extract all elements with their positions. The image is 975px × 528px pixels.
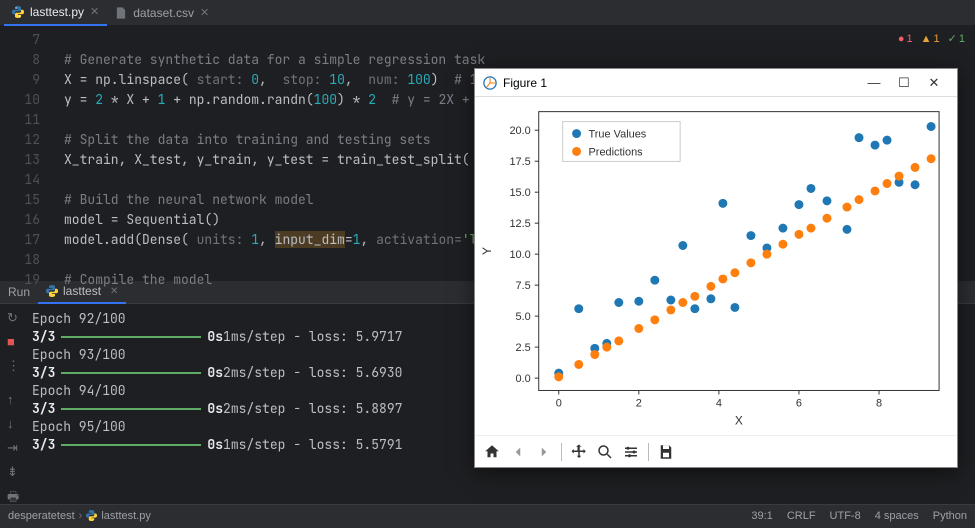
indent-setting[interactable]: 4 spaces xyxy=(875,510,919,522)
tab-lasttest[interactable]: lasttest.py ✕ xyxy=(4,0,107,26)
svg-text:10.0: 10.0 xyxy=(509,249,530,261)
tab-label: lasttest.py xyxy=(30,5,84,19)
down-icon[interactable]: ↓ xyxy=(7,416,21,430)
home-icon[interactable] xyxy=(481,441,503,463)
figure-window[interactable]: Figure 1 — ☐ ✕ 0 2 4 6 8 0.0 2.5 5.0 7.5 10.0 12.5… xyxy=(474,68,958,468)
svg-text:4: 4 xyxy=(716,397,722,409)
tab-dataset[interactable]: dataset.csv ✕ xyxy=(107,0,217,26)
svg-text:8: 8 xyxy=(876,397,882,409)
error-count[interactable]: ●1 xyxy=(898,33,913,45)
figure-toolbar xyxy=(475,435,957,467)
rerun-icon[interactable]: ↻ xyxy=(7,310,21,324)
wrap-icon[interactable]: ⇥ xyxy=(7,440,21,454)
print-icon[interactable]: 🖶 xyxy=(7,488,21,502)
close-icon[interactable]: ✕ xyxy=(110,286,118,297)
up-icon[interactable]: ↑ xyxy=(7,392,21,406)
tab-label: dataset.csv xyxy=(133,6,194,20)
svg-text:2.5: 2.5 xyxy=(516,342,531,354)
svg-text:15.0: 15.0 xyxy=(509,187,530,199)
forward-icon[interactable] xyxy=(533,441,555,463)
stop-icon[interactable]: ■ xyxy=(7,334,21,348)
maximize-button[interactable]: ☐ xyxy=(889,75,919,91)
warning-count[interactable]: ▲1 xyxy=(921,33,940,45)
svg-text:17.5: 17.5 xyxy=(509,156,530,168)
caret-position[interactable]: 39:1 xyxy=(751,510,772,522)
plot-area: 0 2 4 6 8 0.0 2.5 5.0 7.5 10.0 12.5 15.0 17.5 20.0 X Y T… xyxy=(475,97,957,435)
run-tab-label: lasttest xyxy=(63,284,101,298)
scroll-icon[interactable]: ⇟ xyxy=(7,464,21,478)
back-icon[interactable] xyxy=(507,441,529,463)
svg-text:12.5: 12.5 xyxy=(509,218,530,230)
close-button[interactable]: ✕ xyxy=(919,75,949,91)
code-area[interactable]: # Generate synthetic data for a simple r… xyxy=(50,26,517,280)
close-icon[interactable]: ✕ xyxy=(200,6,209,19)
svg-text:True Values: True Values xyxy=(589,129,647,141)
file-icon xyxy=(115,7,127,19)
editor-tabs: lasttest.py ✕ dataset.csv ✕ xyxy=(0,0,975,26)
python-icon xyxy=(46,285,58,297)
configure-icon[interactable] xyxy=(620,441,642,463)
console-toolbar: ↻ ■ ⋮ ↑ ↓ ⇥ ⇟ 🖶 🗑 xyxy=(0,304,28,504)
svg-text:Y: Y xyxy=(480,247,494,255)
minimize-button[interactable]: — xyxy=(859,75,889,90)
run-tab[interactable]: lasttest ✕ xyxy=(38,280,126,304)
python-icon xyxy=(86,510,97,521)
run-label: Run xyxy=(8,285,30,299)
breadcrumb-root[interactable]: desperatetest xyxy=(8,510,75,522)
status-bar: desperatetest › lasttest.py 39:1 CRLF UT… xyxy=(0,504,975,526)
line-gutter: 78910111213141516171819 xyxy=(0,26,50,280)
figure-title: Figure 1 xyxy=(503,76,547,90)
language-mode[interactable]: Python xyxy=(933,510,967,522)
breadcrumb-file[interactable]: lasttest.py xyxy=(101,510,151,522)
svg-text:X: X xyxy=(735,413,743,427)
inspection-widget[interactable]: ●1 ▲1 ✓1 xyxy=(898,32,965,45)
figure-titlebar[interactable]: Figure 1 — ☐ ✕ xyxy=(475,69,957,97)
line-separator[interactable]: CRLF xyxy=(787,510,816,522)
close-icon[interactable]: ✕ xyxy=(90,5,99,18)
svg-text:20.0: 20.0 xyxy=(509,125,530,137)
svg-text:5.0: 5.0 xyxy=(516,311,531,323)
svg-text:2: 2 xyxy=(636,397,642,409)
svg-text:0.0: 0.0 xyxy=(516,373,531,385)
save-icon[interactable] xyxy=(655,441,677,463)
file-encoding[interactable]: UTF-8 xyxy=(830,510,861,522)
svg-text:6: 6 xyxy=(796,397,802,409)
weak-warning-count[interactable]: ✓1 xyxy=(948,32,965,45)
zoom-icon[interactable] xyxy=(594,441,616,463)
python-icon xyxy=(12,6,24,18)
matplotlib-icon xyxy=(483,76,497,90)
chevron-right-icon: › xyxy=(79,510,83,522)
pan-icon[interactable] xyxy=(568,441,590,463)
svg-text:0: 0 xyxy=(556,397,562,409)
svg-text:7.5: 7.5 xyxy=(516,280,531,292)
more-icon[interactable]: ⋮ xyxy=(7,358,21,372)
svg-text:Predictions: Predictions xyxy=(589,146,644,158)
breadcrumb[interactable]: desperatetest › lasttest.py xyxy=(8,510,151,522)
